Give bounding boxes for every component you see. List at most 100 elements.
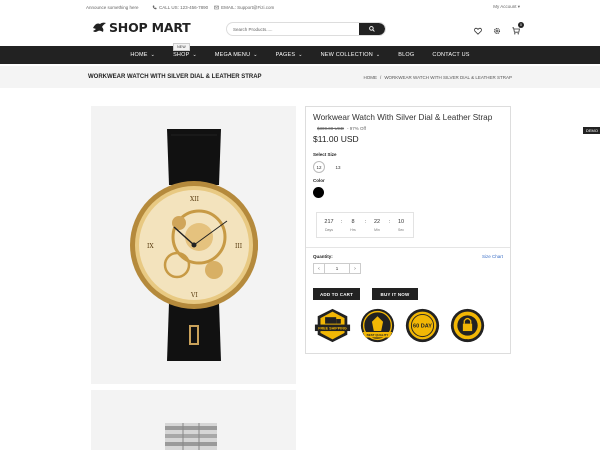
discount-text: - 97% Off bbox=[347, 126, 366, 131]
secure-checkout-badge: SECURE bbox=[450, 308, 485, 343]
free-shipping-badge: FREE SHIPPING bbox=[314, 308, 351, 343]
nav-item-shop[interactable]: NEW SHOP ⌄ bbox=[164, 43, 206, 58]
phone-text: CALL US: 123-456-7890 bbox=[159, 4, 209, 10]
site-header: SHOP MART 0 bbox=[0, 14, 600, 46]
breadcrumb-home-link[interactable]: HOME bbox=[364, 75, 378, 80]
nav-label: NEW COLLECTION bbox=[320, 52, 373, 58]
wishlist-button[interactable] bbox=[473, 26, 483, 36]
search-bar bbox=[226, 22, 386, 36]
new-badge: NEW bbox=[173, 43, 190, 51]
current-price: $11.00 USD bbox=[313, 134, 359, 144]
product-title: Workwear Watch With Silver Dial & Leathe… bbox=[313, 113, 493, 122]
size-chart-link[interactable]: Size Chart bbox=[482, 254, 503, 259]
countdown-value: 22 bbox=[373, 218, 381, 225]
contact-info: CALL US: 123-456-7890 EMAIL: Support@Fiz… bbox=[152, 5, 274, 10]
trust-badges: FREE SHIPPING BEST QUALITY 60 DAY SECURE bbox=[314, 307, 503, 344]
countdown-minutes: 22 Min : bbox=[365, 213, 390, 237]
chevron-down-icon: ⌄ bbox=[150, 52, 156, 58]
email-info: EMAIL: Support@Fizi.com bbox=[214, 5, 274, 10]
settings-button[interactable] bbox=[492, 26, 502, 36]
nav-item-pages[interactable]: PAGES ⌄ bbox=[267, 52, 312, 58]
size-option-13[interactable]: 13 bbox=[332, 161, 344, 173]
color-label: Color bbox=[313, 178, 325, 183]
countdown-timer: 217 Days : 8 Hrs : 22 Min : 10 Sec bbox=[316, 212, 414, 238]
search-icon bbox=[369, 26, 375, 32]
decrement-button[interactable]: ‹ bbox=[314, 264, 324, 273]
badge-text: SECURE bbox=[462, 338, 474, 342]
top-utility-bar: Announce something here CALL US: 123-456… bbox=[0, 0, 600, 14]
logo-mark-icon bbox=[93, 22, 106, 32]
quantity-stepper: ‹ 1 › bbox=[313, 263, 361, 274]
email-text: EMAIL: Support@Fizi.com bbox=[221, 4, 275, 10]
divider bbox=[306, 247, 510, 248]
breadcrumb-separator: / bbox=[380, 74, 382, 80]
my-account-dropdown[interactable]: My Account ▾ bbox=[493, 4, 520, 10]
svg-text:IX: IX bbox=[147, 243, 154, 250]
page-title: WORKWEAR WATCH WITH SILVER DIAL & LEATHE… bbox=[88, 74, 262, 80]
chevron-down-icon: ▾ bbox=[517, 4, 520, 9]
size-options: 12 13 bbox=[313, 161, 503, 173]
price-compare-row: $300.00 USD - 97% Off bbox=[317, 126, 503, 131]
size-option-12[interactable]: 12 bbox=[313, 161, 325, 173]
nav-item-new-collection[interactable]: NEW COLLECTION ⌄ bbox=[312, 52, 390, 58]
chevron-down-icon: ⌄ bbox=[375, 52, 381, 58]
cart-button[interactable]: 0 bbox=[511, 22, 524, 36]
chevron-down-icon: ⌄ bbox=[192, 52, 197, 58]
nav-label: SHOP bbox=[173, 52, 190, 58]
old-price: $300.00 USD bbox=[317, 126, 345, 131]
increment-button[interactable]: › bbox=[350, 264, 360, 273]
product-details-panel: Workwear Watch With Silver Dial & Leathe… bbox=[305, 106, 511, 354]
add-to-cart-button[interactable]: ADD TO CART bbox=[313, 288, 360, 300]
countdown-unit: Days bbox=[325, 227, 333, 232]
color-swatch-black[interactable] bbox=[313, 187, 324, 198]
watch-bracelet-image bbox=[165, 423, 217, 450]
nav-label: HOME bbox=[130, 52, 148, 58]
action-buttons: ADD TO CART BUY IT NOW bbox=[313, 288, 503, 300]
announcement-text: Announce something here bbox=[86, 4, 139, 10]
nav-label: BLOG bbox=[398, 52, 415, 58]
my-account-label: My Account bbox=[493, 4, 517, 9]
countdown-hours: 8 Hrs : bbox=[341, 213, 366, 237]
breadcrumb-bar: WORKWEAR WATCH WITH SILVER DIAL & LEATHE… bbox=[0, 66, 600, 88]
search-button[interactable] bbox=[359, 23, 385, 35]
nav-item-mega-menu[interactable]: MEGA MENU ⌄ bbox=[206, 52, 267, 58]
countdown-unit: Min bbox=[374, 227, 380, 232]
svg-text:XII: XII bbox=[190, 196, 200, 203]
badge-text: BEST QUALITY bbox=[367, 333, 389, 337]
cart-icon bbox=[512, 27, 520, 35]
nav-label: CONTACT US bbox=[432, 52, 470, 58]
countdown-unit: Sec bbox=[397, 227, 405, 232]
badge-text: FREE SHIPPING bbox=[318, 326, 347, 330]
countdown-value: 217 bbox=[324, 218, 334, 225]
breadcrumb: HOME / WORKWEAR WATCH WITH SILVER DIAL &… bbox=[364, 75, 512, 80]
nav-label: PAGES bbox=[275, 52, 296, 58]
nav-item-blog[interactable]: BLOG bbox=[389, 52, 423, 58]
breadcrumb-current: WORKWEAR WATCH WITH SILVER DIAL & LEATHE… bbox=[384, 74, 512, 80]
svg-text:VI: VI bbox=[190, 292, 198, 299]
countdown-unit: Hrs bbox=[350, 227, 356, 232]
product-secondary-image[interactable] bbox=[91, 390, 296, 450]
badge-text: 60 DAY bbox=[413, 323, 432, 329]
gear-icon bbox=[493, 27, 501, 35]
header-icons: 0 bbox=[473, 22, 524, 36]
phone-info: CALL US: 123-456-7890 bbox=[152, 5, 208, 10]
search-input[interactable] bbox=[227, 23, 359, 35]
mail-icon bbox=[214, 5, 219, 9]
countdown-value: 8 bbox=[351, 218, 355, 225]
quantity-row: Quantity: Size Chart bbox=[313, 254, 503, 259]
countdown-days: 217 Days : bbox=[317, 213, 342, 237]
demo-side-tab[interactable]: DEMO bbox=[583, 127, 600, 134]
svg-text:III: III bbox=[235, 243, 243, 250]
nav-item-contact-us[interactable]: CONTACT US bbox=[423, 52, 478, 58]
nav-item-home[interactable]: HOME ⌄ bbox=[121, 52, 164, 58]
chevron-down-icon: ⌄ bbox=[253, 52, 258, 58]
main-nav: HOME ⌄ NEW SHOP ⌄ MEGA MENU ⌄ PAGES ⌄ NEW CO… bbox=[0, 43, 600, 64]
cart-count-badge: 0 bbox=[518, 22, 524, 28]
buy-now-button[interactable]: BUY IT NOW bbox=[372, 288, 418, 300]
size-label: Select Size bbox=[313, 152, 337, 157]
money-back-badge: 60 DAY bbox=[405, 308, 440, 343]
site-logo[interactable]: SHOP MART bbox=[92, 20, 191, 35]
nav-label: MEGA MENU bbox=[214, 52, 251, 58]
product-main-image[interactable]: XII III VI IX bbox=[91, 106, 296, 384]
quantity-value[interactable]: 1 bbox=[324, 264, 350, 273]
